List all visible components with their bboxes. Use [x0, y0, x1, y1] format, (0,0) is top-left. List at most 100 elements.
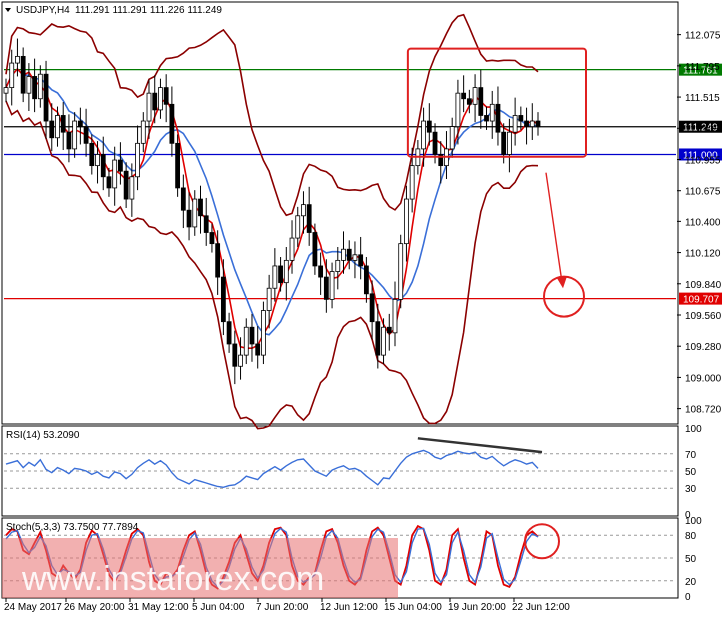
- stoch-axis-label: 100: [685, 516, 702, 527]
- time-axis-label: 26 May 20:00: [64, 602, 125, 613]
- candle-body: [501, 131, 507, 155]
- candle-body: [232, 343, 238, 367]
- candle-body: [386, 326, 392, 334]
- stoch-label: Stoch(5,3,3) 73.7500 77.7894: [6, 522, 139, 533]
- candle-body: [15, 55, 20, 64]
- candle-body: [37, 73, 43, 100]
- candle-body: [158, 87, 163, 111]
- candle-body: [49, 120, 55, 139]
- collapse-triangle-icon[interactable]: [5, 8, 11, 12]
- candle-body: [535, 120, 541, 128]
- price-axis-label: 109.000: [685, 373, 722, 384]
- candle-body: [243, 326, 249, 356]
- candle-body: [472, 87, 478, 105]
- candle-body: [100, 154, 106, 178]
- candle-body: [9, 62, 15, 88]
- candle-body: [398, 243, 404, 300]
- chart-ohlc-label: 111.291 111.291 111.226 111.249: [75, 5, 222, 16]
- time-axis-label: 22 Jun 12:00: [512, 602, 570, 613]
- candle-body: [306, 204, 312, 233]
- candle-body: [495, 103, 501, 133]
- candle-body: [381, 326, 386, 356]
- time-axis-label: 12 Jun 12:00: [320, 602, 378, 613]
- candle-body: [255, 343, 261, 356]
- time-axis: 24 May 2017 26 May 20:00 31 May 12:00 5 Jun…: [4, 598, 570, 613]
- chart-window: 100 70 50 30 0 100 80 50 20 0 111.761 111.249 111.…: [0, 0, 723, 618]
- candle-body: [518, 115, 524, 122]
- stoch-axis-label: 20: [685, 577, 697, 588]
- candle-body: [26, 76, 32, 94]
- candle-body: [60, 115, 66, 133]
- candle-body: [323, 276, 329, 300]
- candle-body: [203, 215, 209, 233]
- candle-body: [146, 92, 152, 122]
- rsi-axis-label: 50: [685, 467, 697, 478]
- candle-body: [123, 170, 129, 200]
- candle-body: [524, 120, 529, 128]
- candle-body: [312, 232, 318, 267]
- candle-body: [186, 209, 192, 228]
- candle-body: [432, 131, 438, 155]
- time-axis-label: 19 Jun 20:00: [448, 602, 506, 613]
- candle-body: [346, 248, 352, 261]
- price-axis: 111.761111.249111.000109.707112.075111.7…: [677, 31, 722, 416]
- time-axis-label: 5 Jun 04:00: [192, 602, 245, 613]
- candle-body: [238, 354, 243, 367]
- candle-body: [66, 131, 72, 150]
- candle-body: [329, 271, 335, 300]
- rsi-axis-label: 100: [685, 424, 702, 435]
- candle-body: [95, 154, 100, 167]
- candle-body: [261, 310, 266, 356]
- candle-body: [358, 254, 364, 267]
- candle-body: [135, 142, 140, 178]
- candle-body: [129, 176, 135, 200]
- candle-body: [20, 55, 26, 94]
- candle-body: [180, 187, 186, 211]
- time-axis-label: 15 Jun 04:00: [384, 602, 442, 613]
- stoch-highlight-circle: [524, 523, 560, 560]
- rsi-line: [5, 449, 539, 489]
- rsi-label: RSI(14) 53.2090: [6, 430, 80, 441]
- price-axis-label: 110.120: [685, 249, 721, 260]
- candle-body: [192, 198, 198, 228]
- stoch-axis-label: 0: [685, 592, 691, 603]
- candle-body: [301, 204, 306, 217]
- candle-body: [289, 237, 295, 261]
- candle-body: [220, 276, 226, 323]
- candle-body: [140, 120, 146, 144]
- candle-body: [198, 198, 203, 217]
- rsi-plot: 1007050300: [4, 424, 702, 521]
- candle-body: [32, 76, 38, 100]
- candle-body: [272, 265, 278, 289]
- price-axis-label: 110.675: [685, 187, 721, 198]
- main-plot: [3, 13, 676, 430]
- candle-body: [89, 142, 95, 167]
- candle-body: [335, 259, 341, 272]
- candle-body: [215, 243, 221, 278]
- candle-body: [478, 87, 484, 116]
- candle-body: [404, 198, 409, 245]
- candle-body: [152, 92, 158, 111]
- candle-body: [249, 326, 255, 345]
- stoch-axis-label: 80: [685, 531, 697, 542]
- price-axis-label: 109.840: [685, 280, 722, 291]
- candle-body: [341, 248, 346, 261]
- candle-body: [169, 103, 175, 144]
- candle-body: [118, 159, 123, 172]
- candle-body: [278, 265, 283, 284]
- price-axis-label: 110.400: [685, 217, 721, 228]
- price-axis-label: 109.560: [685, 311, 722, 322]
- price-axis-label: 111.235: [685, 124, 720, 135]
- candle-body: [55, 115, 60, 139]
- candle-body: [461, 92, 467, 100]
- candle-body: [106, 176, 112, 189]
- candle-body: [426, 120, 432, 133]
- candle-body: [43, 73, 49, 122]
- candle-body: [506, 131, 512, 155]
- candle-body: [352, 254, 358, 261]
- candle-body: [512, 115, 518, 133]
- time-axis-label: 31 May 12:00: [128, 602, 189, 613]
- candle-body: [318, 265, 324, 278]
- candle-body: [209, 232, 215, 245]
- main-panel-frame: [1, 1, 679, 425]
